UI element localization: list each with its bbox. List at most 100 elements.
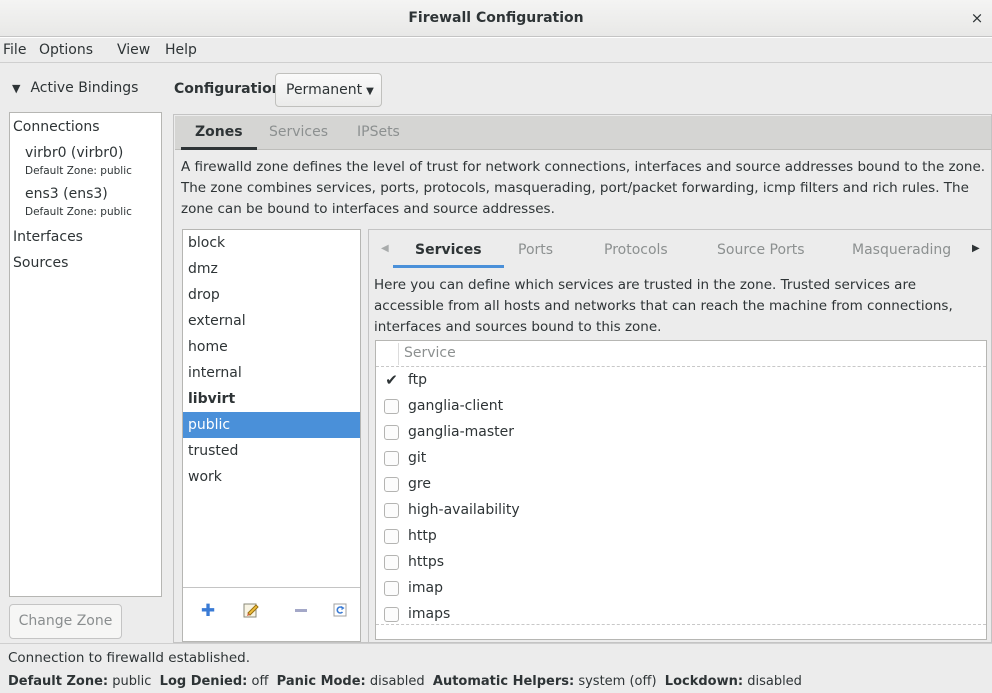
table-row: gre [376, 472, 986, 498]
connection-ens3-zone: Default Zone: public [25, 206, 132, 218]
service-name: imap [408, 580, 443, 596]
table-divider [376, 624, 986, 625]
zone-item-work[interactable]: work [183, 464, 360, 490]
automatic-helpers-value: system (off) [578, 674, 657, 689]
table-row: ganglia-master [376, 420, 986, 446]
active-bindings-list: Connections virbr0 (virbr0) Default Zone… [9, 112, 162, 597]
zone-item-dmz[interactable]: dmz [183, 256, 360, 282]
services-table: Service ✔ ftp ganglia-client ganglia-mas… [375, 340, 987, 640]
add-icon[interactable]: ✚ [199, 602, 217, 620]
table-row: https [376, 550, 986, 576]
table-row: high-availability [376, 498, 986, 524]
configuration-select[interactable]: Permanent ▼ [275, 73, 382, 107]
zone-item-home[interactable]: home [183, 334, 360, 360]
table-row: imap [376, 576, 986, 602]
zone-item-libvirt[interactable]: libvirt [183, 386, 360, 412]
service-name: git [408, 450, 427, 466]
service-name: ftp [408, 372, 428, 388]
tab-scroll-right-icon[interactable]: ▶ [972, 243, 980, 254]
table-row: http [376, 524, 986, 550]
service-name: imaps [408, 606, 451, 622]
services-table-header: Service [376, 341, 986, 367]
configuration-value: Permanent [286, 82, 363, 98]
log-denied-label: Log Denied: [159, 674, 248, 689]
service-checkbox[interactable] [384, 451, 399, 466]
menu-help[interactable]: Help [165, 42, 197, 58]
chevron-down-icon: ▼ [12, 82, 21, 95]
service-name: https [408, 554, 445, 570]
service-column-header[interactable]: Service [404, 345, 456, 361]
menu-options[interactable]: Options [39, 42, 93, 58]
remove-icon[interactable] [292, 602, 310, 620]
close-icon[interactable]: × [966, 0, 988, 36]
subtab-masquerading[interactable]: Masquerading [852, 242, 951, 258]
service-checkbox[interactable] [384, 581, 399, 596]
subtab-source-ports[interactable]: Source Ports [717, 242, 805, 258]
configuration-label: Configuration: [174, 81, 288, 97]
sources-header[interactable]: Sources [13, 255, 68, 271]
status-bar: Default Zone: public Log Denied: off Pan… [0, 671, 992, 693]
tab-services[interactable]: Services [269, 124, 328, 140]
active-bindings-label: Active Bindings [30, 80, 139, 96]
work-area: ▼ Active Bindings Connections virbr0 (vi… [0, 63, 992, 643]
interfaces-header[interactable]: Interfaces [13, 229, 83, 245]
menu-file[interactable]: File [3, 42, 26, 58]
load-defaults-icon[interactable] [331, 602, 349, 620]
zone-item-external[interactable]: external [183, 308, 360, 334]
table-row: ✔ ftp [376, 368, 986, 394]
service-checkbox[interactable] [384, 425, 399, 440]
change-zone-button[interactable]: Change Zone [9, 604, 122, 639]
panic-mode-label: Panic Mode: [276, 674, 366, 689]
zone-item-block[interactable]: block [183, 230, 360, 256]
zone-item-trusted[interactable]: trusted [183, 438, 360, 464]
panic-mode-value: disabled [369, 674, 425, 689]
edit-icon[interactable] [242, 602, 260, 620]
tab-zones[interactable]: Zones [181, 124, 257, 150]
zone-item-public[interactable]: public [183, 412, 360, 438]
default-zone-label: Default Zone: [8, 674, 109, 689]
service-checkbox[interactable]: ✔ [384, 373, 399, 388]
menu-bar: File Options View Help [0, 38, 992, 63]
subtab-services[interactable]: Services [393, 242, 503, 268]
status-message: Connection to firewalld established. [0, 643, 992, 671]
tab-scroll-left-icon[interactable]: ◀ [381, 243, 389, 254]
connection-virbr0[interactable]: virbr0 (virbr0) [25, 145, 123, 161]
service-name: http [408, 528, 437, 544]
service-name: gre [408, 476, 431, 492]
dropdown-arrow-icon: ▼ [366, 86, 374, 97]
main-panel: Zones Services IPSets A firewalld zone d… [173, 114, 992, 643]
zone-toolbar: ✚ [183, 587, 360, 641]
menu-view[interactable]: View [117, 42, 150, 58]
connections-header[interactable]: Connections [13, 119, 100, 135]
subtab-ports[interactable]: Ports [518, 242, 553, 258]
service-checkbox[interactable] [384, 477, 399, 492]
service-checkbox[interactable] [384, 399, 399, 414]
default-zone-value: public [112, 674, 152, 689]
subtab-protocols[interactable]: Protocols [604, 242, 668, 258]
service-name: high-availability [408, 502, 520, 518]
title-bar: Firewall Configuration × [0, 0, 992, 37]
lockdown-value: disabled [747, 674, 802, 689]
table-row: ganglia-client [376, 394, 986, 420]
top-tab-bar: Zones Services IPSets [175, 116, 991, 150]
tab-ipsets[interactable]: IPSets [357, 124, 400, 140]
zone-description: A firewalld zone defines the level of tr… [181, 159, 986, 217]
services-description: Here you can define which services are t… [374, 277, 953, 335]
zone-settings-panel: ◀ Services Ports Protocols Source Ports … [368, 229, 992, 643]
column-separator [398, 343, 399, 365]
active-bindings-toggle[interactable]: ▼ Active Bindings [12, 80, 138, 96]
connection-virbr0-zone: Default Zone: public [25, 165, 132, 177]
zone-settings-tab-bar: ◀ Services Ports Protocols Source Ports … [369, 230, 991, 268]
zones-list: block dmz drop external home internal li… [182, 229, 361, 642]
log-denied-value: off [251, 674, 269, 689]
zone-item-drop[interactable]: drop [183, 282, 360, 308]
automatic-helpers-label: Automatic Helpers: [432, 674, 575, 689]
lockdown-label: Lockdown: [664, 674, 744, 689]
service-checkbox[interactable] [384, 503, 399, 518]
service-checkbox[interactable] [384, 555, 399, 570]
service-checkbox[interactable] [384, 529, 399, 544]
connection-ens3[interactable]: ens3 (ens3) [25, 186, 108, 202]
service-checkbox[interactable] [384, 607, 399, 622]
service-name: ganglia-master [408, 424, 515, 440]
zone-item-internal[interactable]: internal [183, 360, 360, 386]
